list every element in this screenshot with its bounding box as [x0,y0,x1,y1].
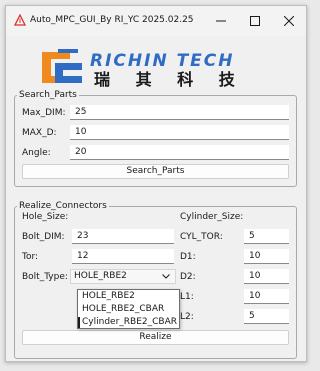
bolt-dim-label: Bolt_DIM: [22,232,65,242]
max-d-input[interactable]: 10 [70,125,289,140]
max-dim-label: Max_DIM: [22,108,66,118]
bolt-type-selected-value: HOLE_RBE2 [74,271,127,281]
max-dim-input[interactable]: 25 [70,105,289,120]
maximize-button[interactable] [238,6,272,36]
bolt-type-option[interactable]: HOLE_RBE2_CBAR [82,304,164,314]
l1-input[interactable]: 10 [244,289,289,304]
minimize-button[interactable] [204,6,238,36]
tor-label: Tor: [22,252,39,262]
window-title: Auto_MPC_GUI_By RI_YC 2025.02.25 [30,15,194,25]
bolt-dim-input[interactable]: 23 [72,229,174,244]
app-window: Auto_MPC_GUI_By RI_YC 2025.02.25 RICHIN … [5,5,307,362]
search-parts-button[interactable]: Search_Parts [22,164,289,179]
l2-label: L2: [180,312,194,322]
bolt-type-label: Bolt_Type: [22,272,68,282]
bolt-type-select[interactable]: HOLE_RBE2 [70,269,176,284]
bolt-type-option[interactable]: HOLE_RBE2 [82,291,135,301]
realize-connectors-legend: Realize_Connectors [19,201,107,211]
l2-input[interactable]: 5 [244,309,289,324]
title-bar[interactable]: Auto_MPC_GUI_By RI_YC 2025.02.25 [6,6,306,36]
close-icon [284,16,294,26]
hole-size-label: Hole_Size: [22,212,69,222]
close-button[interactable] [272,6,306,36]
d2-input[interactable]: 10 [244,269,289,284]
cyl-tor-input[interactable]: 5 [244,229,289,244]
richin-tech-logo: RICHIN TECH 瑞 其 科 技 [42,49,245,88]
maximize-icon [250,16,260,26]
angle-input[interactable]: 20 [70,145,289,160]
logo-brand-en: RICHIN TECH [90,51,235,71]
max-d-label: MAX_D: [22,128,57,138]
angle-label: Angle: [22,148,51,158]
app-logo-icon [14,14,26,26]
d1-label: D1: [180,252,196,262]
l1-label: L1: [180,292,194,302]
tor-input[interactable]: 12 [72,249,174,264]
realize-button[interactable]: Realize [22,330,289,345]
cylinder-size-label: Cylinder_Size: [180,212,244,222]
search-parts-legend: Search_Parts [19,90,77,100]
text-cursor [78,317,80,328]
bolt-type-option[interactable]: Cylinder_RBE2_CBAR [82,317,177,327]
logo-brand-cn: 瑞 其 科 技 [94,70,245,88]
d2-label: D2: [180,272,196,282]
d1-input[interactable]: 10 [244,249,289,264]
minimize-icon [216,20,226,22]
chevron-down-icon [162,274,170,279]
cyl-tor-label: CYL_TOR: [180,232,223,242]
bolt-type-dropdown-list: HOLE_RBE2 HOLE_RBE2_CBAR Cylinder_RBE2_C… [77,289,180,329]
